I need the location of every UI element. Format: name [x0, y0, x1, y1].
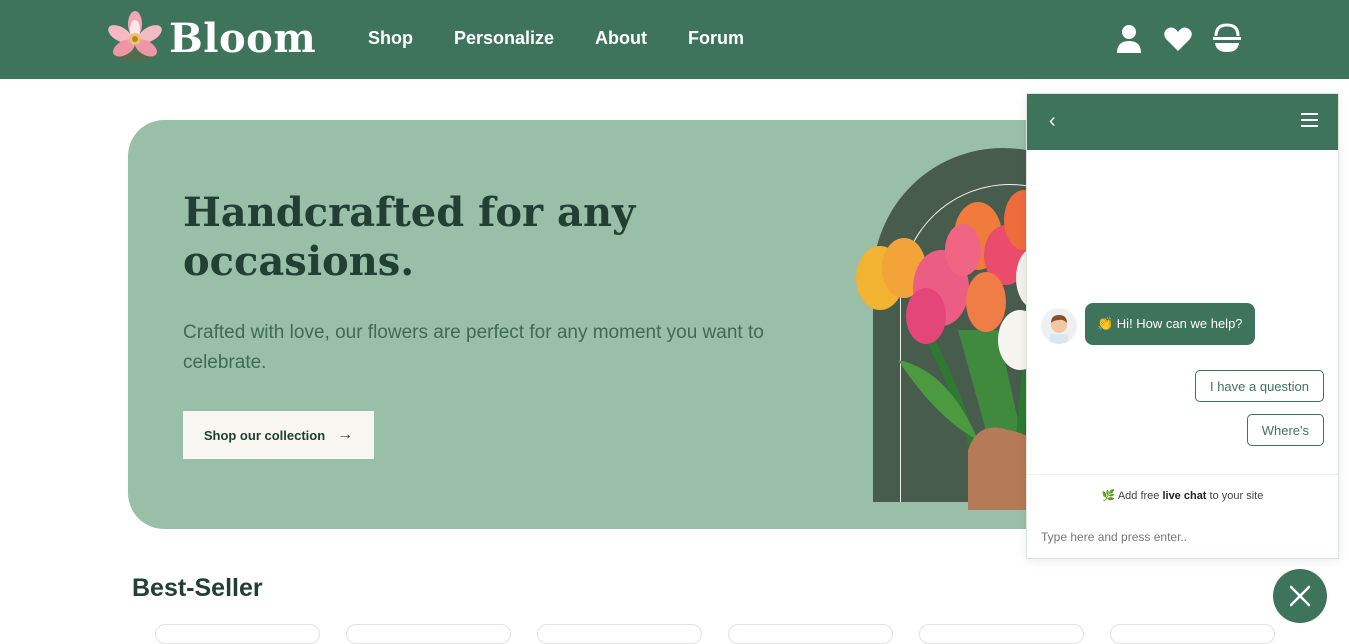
close-icon [1289, 585, 1311, 607]
shop-collection-button[interactable]: Shop our collection → [183, 411, 374, 459]
top-navbar: Bloom Shop Personalize About Forum [0, 0, 1349, 79]
quick-reply-question[interactable]: I have a question [1194, 370, 1324, 402]
product-card[interactable] [1110, 624, 1275, 644]
hero-subtitle: Crafted with love, our flowers are perfe… [183, 322, 764, 373]
heart-icon[interactable] [1163, 23, 1193, 55]
hero-title: Handcrafted for any occasions. [183, 189, 636, 285]
basket-icon[interactable] [1212, 23, 1242, 55]
product-card[interactable] [919, 624, 1084, 644]
flower-logo-icon [108, 11, 162, 62]
product-card[interactable] [537, 624, 702, 644]
hamburger-menu-icon[interactable] [1301, 113, 1318, 131]
brand-name: Bloom [169, 14, 317, 62]
brand-logo[interactable]: Bloom [105, 8, 316, 68]
nav-forum[interactable]: Forum [688, 28, 744, 49]
chat-greeting-bubble: 👏 Hi! How can we help? [1085, 303, 1255, 345]
nav-personalize[interactable]: Personalize [454, 28, 554, 49]
live-chat-panel: ‹ 👏 Hi! How can we help? I have a questi… [1026, 93, 1339, 559]
chat-message-input[interactable] [1041, 530, 1321, 544]
agent-avatar [1041, 308, 1077, 344]
nav-about[interactable]: About [595, 28, 647, 49]
chevron-left-icon[interactable]: ‹ [1049, 110, 1056, 133]
product-card[interactable] [728, 624, 893, 644]
product-card[interactable] [346, 624, 511, 644]
nav-shop[interactable]: Shop [368, 28, 413, 49]
product-card[interactable] [155, 624, 320, 644]
shop-collection-label: Shop our collection [203, 427, 326, 443]
chat-promo-link[interactable]: 🌿 Add free live chat to your site [1027, 474, 1338, 502]
quick-reply-wheres[interactable]: Where's [1246, 414, 1324, 446]
chat-header: ‹ [1027, 94, 1338, 150]
main-nav: Shop Personalize About Forum [368, 28, 785, 49]
nav-icon-group [1114, 23, 1261, 55]
user-icon[interactable] [1114, 23, 1144, 55]
hero-banner: Handcrafted for any occasions. Crafted w… [128, 120, 1128, 529]
best-seller-heading: Best-Seller [132, 574, 263, 602]
chat-close-button[interactable] [1273, 569, 1327, 623]
leaf-icon: 🌿 [1101, 490, 1116, 502]
arrow-right-icon: → [337, 426, 354, 443]
